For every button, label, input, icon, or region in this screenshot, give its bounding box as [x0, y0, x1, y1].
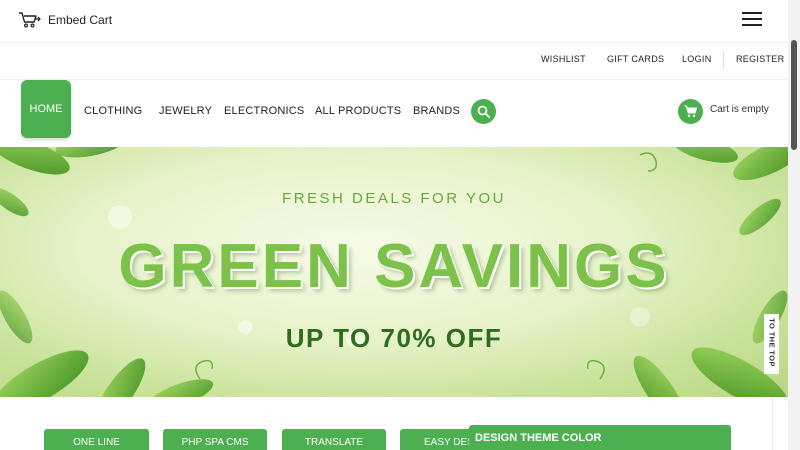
- brand-name: Embed Cart: [48, 13, 113, 27]
- nav-clothing[interactable]: CLOTHING: [84, 105, 142, 117]
- to-the-top-button[interactable]: TO THE TOP: [764, 314, 779, 374]
- design-theme-color-panel[interactable]: DESIGN THEME COLOR: [469, 425, 731, 450]
- divider: [723, 52, 724, 69]
- easy-design-button[interactable]: EASY DESI: [400, 429, 475, 450]
- search-button[interactable]: [471, 99, 496, 124]
- main-nav: HOME CLOTHING JEWELRY ELECTRONICS ALL PR…: [0, 80, 788, 146]
- search-icon: [477, 105, 490, 118]
- hero-banner[interactable]: FRESH DEALS FOR YOU GREEN SAVINGS UP TO …: [0, 147, 788, 397]
- page: Embed Cart WISHLIST GIFT CARDS LOGIN REG…: [0, 0, 800, 450]
- scrollbar-thumb[interactable]: [791, 40, 797, 150]
- cart-status[interactable]: Cart is empty: [710, 104, 769, 115]
- nav-home[interactable]: HOME: [21, 80, 71, 138]
- hero-tagline: FRESH DEALS FOR YOU: [282, 190, 506, 207]
- cart-button[interactable]: [678, 99, 703, 124]
- shopping-cart-icon: [19, 12, 41, 28]
- nav-jewelry[interactable]: JEWELRY: [159, 105, 212, 117]
- cart-icon: [684, 105, 697, 117]
- nav-all-products[interactable]: ALL PRODUCTS: [315, 105, 401, 117]
- translate-button[interactable]: TRANSLATE: [282, 429, 386, 450]
- hero-subtitle: UP TO 70% OFF: [285, 323, 503, 353]
- wishlist-link[interactable]: WISHLIST: [541, 54, 586, 64]
- register-link[interactable]: REGISTER: [736, 54, 784, 64]
- nav-brands[interactable]: BRANDS: [413, 105, 460, 117]
- utility-links: WISHLIST GIFT CARDS LOGIN REGISTER: [0, 42, 788, 80]
- php-spa-cms-button[interactable]: PHP SPA CMS: [163, 429, 267, 450]
- brand-logo[interactable]: Embed Cart: [18, 11, 112, 29]
- to-the-top-label: TO THE TOP: [767, 318, 777, 367]
- one-line-button[interactable]: ONE LINE: [44, 429, 149, 450]
- gift-cards-link[interactable]: GIFT CARDS: [607, 54, 664, 64]
- app-header: Embed Cart: [0, 0, 788, 42]
- hero-title: GREEN SAVINGS: [118, 232, 670, 301]
- panel-edge: [772, 397, 788, 450]
- menu-icon[interactable]: [742, 12, 762, 28]
- scrollbar[interactable]: [788, 0, 800, 450]
- login-link[interactable]: LOGIN: [682, 54, 712, 64]
- nav-electronics[interactable]: ELECTRONICS: [224, 105, 304, 117]
